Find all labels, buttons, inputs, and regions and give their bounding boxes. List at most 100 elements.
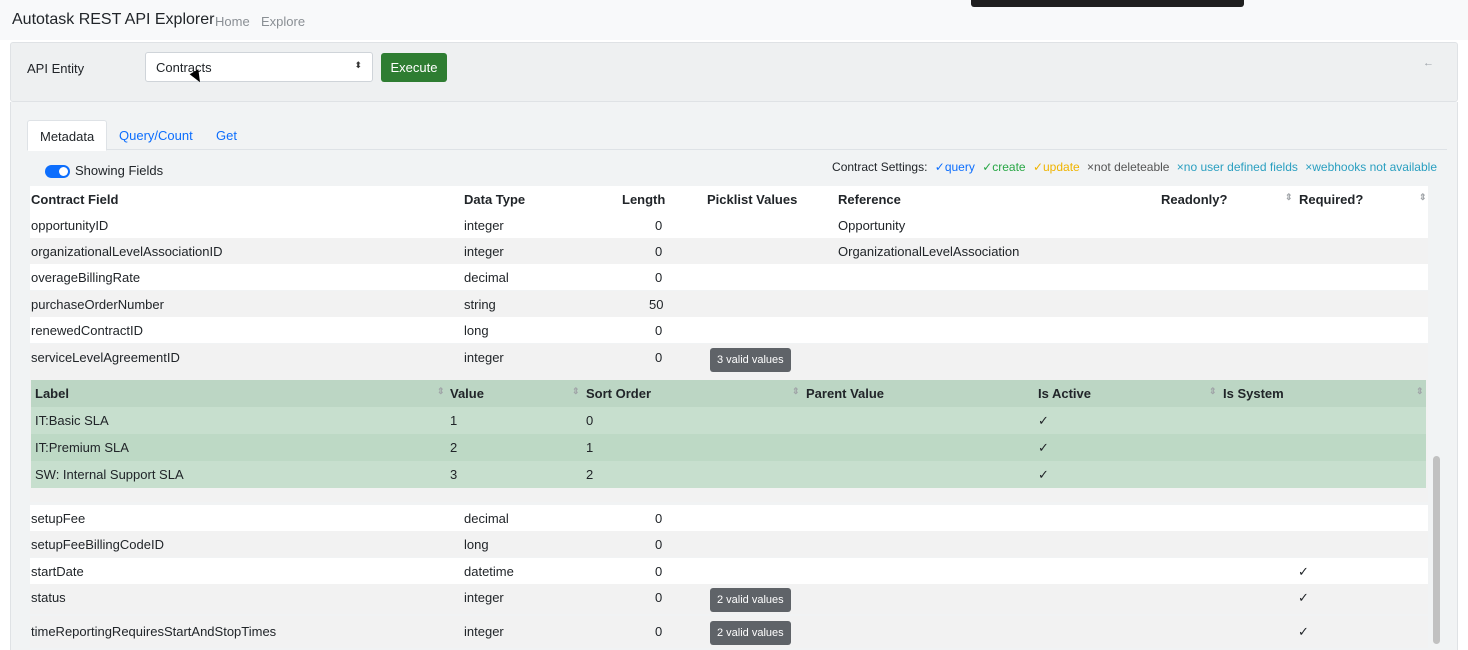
pick-header-label[interactable]: Label [35,386,69,401]
field-length: 0 [655,244,663,259]
field-name: setupFee [31,511,86,526]
field-length: 0 [655,537,663,552]
field-name: timeReportingRequiresStartAndStopTimes [31,624,277,639]
field-type: integer [464,218,504,233]
setting-query: ✓query [934,160,975,174]
field-name: serviceLevelAgreementID [31,350,180,365]
setting-not-deleteable: ×not deleteable [1087,160,1170,174]
header-data-type[interactable]: Data Type [464,192,525,207]
header-reference[interactable]: Reference [838,192,901,207]
api-entity-label: API Entity [27,61,85,76]
field-length: 0 [655,218,663,233]
tab-metadata[interactable]: Metadata [27,120,108,151]
table-row: overageBillingRate decimal 0 [30,264,1428,290]
table-row: opportunityID integer 0 Opportunity [30,212,1428,238]
field-length: 0 [655,624,663,639]
field-length: 50 [649,297,664,312]
field-type: decimal [464,511,509,526]
contract-settings: Contract Settings: ✓query ✓create ✓updat… [828,160,1437,174]
pick-header-parent[interactable]: Parent Value [806,386,884,401]
pick-value: 1 [450,413,458,428]
sort-active-icon[interactable]: ⇕ [1209,386,1217,397]
pick-label: IT:Basic SLA [35,413,109,428]
field-length: 0 [655,350,663,365]
pick-header-active[interactable]: Is Active [1038,386,1091,401]
sort-value-icon[interactable]: ⇕ [572,386,580,397]
table-row: startDate datetime 0 ✓ [30,558,1428,584]
setting-no-udf: ×no user defined fields [1176,160,1298,174]
pick-header-system[interactable]: Is System [1223,386,1284,401]
field-length: 0 [655,511,663,526]
pick-active: ✓ [1038,467,1049,482]
field-required: ✓ [1298,590,1309,605]
field-name: renewedContractID [31,323,143,338]
field-type: decimal [464,270,509,285]
field-type: integer [464,590,504,605]
select-arrows-icon: ⬍ [354,60,362,70]
header-picklist[interactable]: Picklist Values [707,192,797,207]
table-row: organizationalLevelAssociationID integer… [30,238,1428,264]
picklist-badge[interactable]: 3 valid values [710,348,791,372]
pick-header-sort[interactable]: Sort Order [586,386,651,401]
tab-get[interactable]: Get [204,120,249,151]
field-type: integer [464,624,504,639]
picklist-row: IT:Premium SLA 2 1 ✓ [31,434,1426,461]
picklist-row: SW: Internal Support SLA 3 2 ✓ [31,461,1426,488]
field-name: purchaseOrderNumber [31,297,164,312]
field-required: ✓ [1298,564,1309,579]
header-contract-field[interactable]: Contract Field [31,192,118,207]
app-brand[interactable]: Autotask REST API Explorer [12,11,214,29]
field-type: long [464,537,489,552]
vertical-scrollbar[interactable] [1433,456,1440,644]
sort-required-icon[interactable]: ⇕ [1419,192,1427,203]
pick-sort: 1 [586,440,594,455]
table-row: setupFeeBillingCodeID long 0 [30,531,1428,557]
pick-sort: 2 [586,467,594,482]
tab-query-count[interactable]: Query/Count [107,120,205,151]
field-type: integer [464,350,504,365]
pick-label: SW: Internal Support SLA [35,467,184,482]
field-name: setupFeeBillingCodeID [31,537,164,552]
pick-active: ✓ [1038,413,1049,428]
pick-value: 3 [450,467,458,482]
sort-label-icon[interactable]: ⇕ [437,386,445,397]
pick-header-value[interactable]: Value [450,386,484,401]
field-name: status [31,590,66,605]
field-length: 0 [655,590,663,605]
sort-system-icon[interactable]: ⇕ [1416,386,1424,397]
field-required: ✓ [1298,624,1309,639]
sort-readonly-icon[interactable]: ⇕ [1285,192,1293,203]
table-row: setupFee decimal 0 [30,505,1428,531]
setting-create: ✓create [982,160,1026,174]
nav-explore-link[interactable]: Explore [261,14,305,29]
table-row: timeReportingRequiresStartAndStopTimes i… [30,616,1428,648]
picklist-badge[interactable]: 2 valid values [710,588,791,612]
top-navbar: Autotask REST API Explorer Home Explore [0,0,1468,40]
fields-table-header: Contract Field Data Type Length Picklist… [30,186,1428,212]
pick-sort: 0 [586,413,594,428]
api-entity-select[interactable]: Contracts ⬍ [145,52,373,82]
nav-home-link[interactable]: Home [215,14,250,29]
sort-sort-icon[interactable]: ⇕ [792,386,800,397]
field-length: 0 [655,323,663,338]
header-length[interactable]: Length [622,192,665,207]
field-length: 0 [655,270,663,285]
tab-bar: Metadata Query/Count Get [27,120,1447,151]
overlay-bar [971,0,1244,7]
table-row: serviceLevelAgreementID integer 0 3 vali… [30,344,1428,372]
field-name: organizationalLevelAssociationID [31,244,223,259]
showing-fields-toggle[interactable] [45,165,70,178]
header-readonly[interactable]: Readonly? [1161,192,1227,207]
table-row: purchaseOrderNumber string 50 [30,291,1428,317]
collapse-arrow-icon[interactable]: ← [1423,57,1434,69]
field-name: overageBillingRate [31,270,141,285]
showing-fields-label: Showing Fields [75,163,164,178]
header-required[interactable]: Required? [1299,192,1363,207]
settings-label: Contract Settings: [832,160,928,174]
field-length: 0 [655,564,663,579]
execute-button[interactable]: Execute [381,53,447,82]
field-type: datetime [464,564,514,579]
pick-label: IT:Premium SLA [35,440,129,455]
picklist-badge[interactable]: 2 valid values [710,621,791,645]
table-row: status integer 0 2 valid values ✓ [30,584,1428,614]
